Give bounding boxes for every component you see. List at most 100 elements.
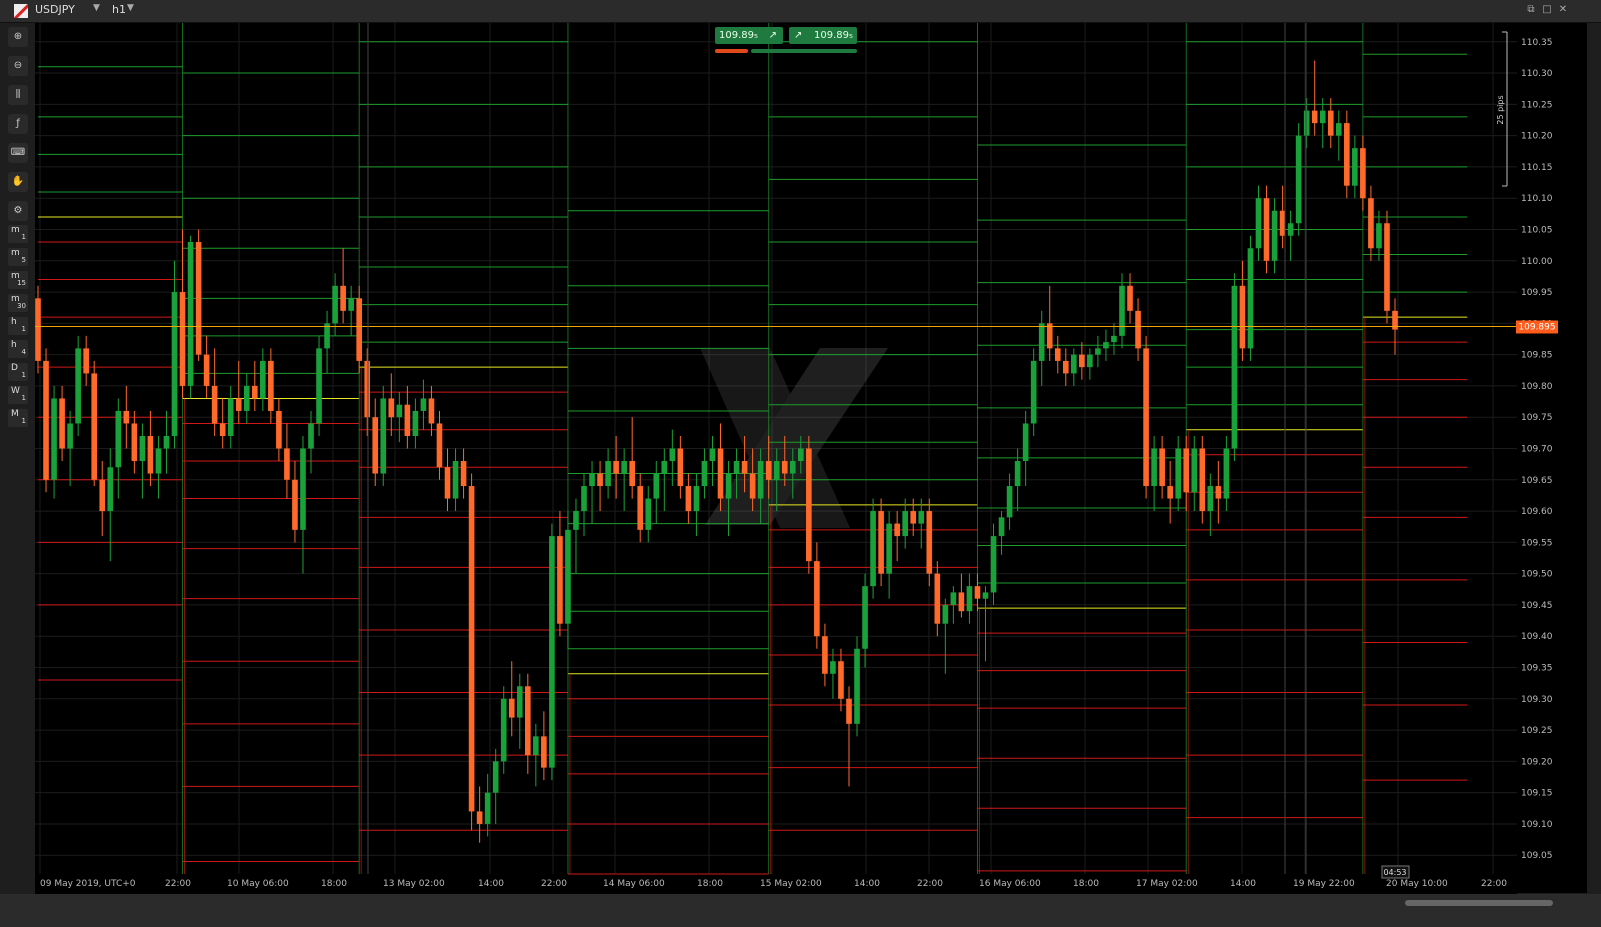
candle-body: [380, 398, 387, 474]
candle-body: [573, 511, 579, 530]
candle-body: [878, 511, 884, 574]
candle-body: [1231, 285, 1238, 449]
candle-body: [99, 479, 106, 512]
candle-body: [468, 486, 475, 812]
scroll-thumb[interactable]: [1405, 900, 1553, 906]
horizontal-scrollbar[interactable]: [0, 894, 1601, 927]
candle-body: [1384, 223, 1390, 311]
candle-body: [830, 661, 836, 674]
candle-body: [1207, 486, 1214, 512]
candle-body: [388, 398, 395, 418]
x-tick-label: 14:00: [478, 879, 504, 889]
candle-body: [894, 523, 900, 537]
candle-body: [942, 604, 949, 624]
candle-body: [243, 385, 250, 411]
candle-body: [1199, 448, 1206, 512]
candle-body: [300, 448, 306, 530]
chart-area[interactable]: 110.35 110.30 110.25 110.20 110.15 110.10 110.…: [0, 0, 1601, 927]
candle-body: [484, 792, 491, 824]
current-price-tag: 109.895: [1516, 320, 1558, 334]
candle-body: [814, 561, 820, 637]
candle-body: [677, 448, 684, 487]
candle-body: [1143, 348, 1149, 487]
candle-body: [155, 448, 162, 474]
candle-body: [589, 473, 595, 487]
y-tick-label: 109.15: [1521, 789, 1553, 799]
candle-body: [733, 461, 740, 474]
y-tick-label: 109.85: [1521, 351, 1553, 361]
candle-body: [1215, 486, 1222, 499]
candle-body: [492, 761, 499, 793]
candle-body: [629, 461, 635, 487]
candle-body: [171, 292, 178, 436]
y-tick-label: 110.20: [1521, 132, 1553, 142]
y-tick-label: 109.25: [1521, 726, 1553, 736]
candle-body: [693, 486, 700, 512]
candle-body: [356, 298, 362, 361]
candle-body: [661, 461, 668, 474]
x-tick-label: 17 May 02:00: [1136, 879, 1198, 889]
x-tick-label: 14:00: [1230, 879, 1256, 889]
x-tick-label: 22:00: [541, 879, 567, 889]
candle-body: [308, 423, 314, 449]
candle-body: [404, 404, 411, 436]
candle-body: [581, 486, 587, 512]
candle-body: [1247, 248, 1254, 349]
arrow-up-right-icon: ↗: [794, 30, 803, 41]
candle-body: [1022, 423, 1029, 462]
sell-button[interactable]: 109.89₅ ↗: [715, 27, 783, 44]
candle-body: [203, 354, 210, 386]
y-tick-label: 109.65: [1521, 476, 1553, 486]
candle-body: [43, 360, 49, 480]
candle-body: [974, 586, 981, 599]
candle-body: [717, 448, 724, 499]
candle-body: [139, 435, 146, 462]
y-tick-label: 109.55: [1521, 538, 1553, 548]
candle-body: [219, 423, 226, 436]
candle-body: [1191, 448, 1198, 493]
candle-body: [1135, 310, 1141, 349]
buy-button[interactable]: ↗ 109.89₅: [789, 27, 857, 44]
candle-body: [1295, 135, 1302, 224]
candle-body: [1119, 285, 1125, 336]
candle-body: [1175, 448, 1182, 499]
candle-body: [1319, 110, 1326, 124]
x-tick-label: 09 May 2019, UTC+0: [40, 879, 136, 889]
candle-body: [516, 686, 523, 718]
candle-body: [1263, 198, 1270, 261]
candle-body: [1006, 486, 1013, 518]
candle-body: [597, 473, 603, 487]
candle-body: [460, 461, 467, 487]
y-tick-label: 109.35: [1521, 664, 1553, 674]
y-tick-label: 110.05: [1521, 225, 1553, 235]
candle-body: [838, 661, 844, 699]
candle-body: [918, 511, 925, 524]
candle-body: [1054, 348, 1061, 361]
candle-body: [1111, 335, 1117, 343]
candle-body: [725, 473, 732, 499]
candle-body: [1368, 198, 1374, 249]
candle-body: [123, 410, 130, 424]
candle-body: [332, 285, 338, 324]
candle-body: [1030, 360, 1037, 424]
candle-body: [428, 398, 435, 424]
candle-body: [605, 461, 611, 487]
candle-body: [1087, 354, 1093, 368]
candle-body: [420, 398, 427, 411]
candle-body: [1303, 110, 1310, 136]
candle-body: [35, 298, 41, 361]
chart-window: USDJPY ▼ h1 ▼ ⧉ □ ✕ ⊕ ⊖ ⫼ ƒ ⌨ ✋ ⚙ m 1 m 5 m 15 m 30 h 1 h…: [0, 0, 1601, 927]
candle-body: [910, 511, 917, 524]
candle-body: [51, 398, 57, 480]
svg-text:04:53: 04:53: [1383, 868, 1406, 877]
candle-body: [1360, 148, 1366, 199]
svg-text:25 pips: 25 pips: [1496, 95, 1505, 124]
candle-body: [1127, 285, 1133, 311]
candle-body: [67, 423, 73, 449]
candle-body: [1255, 198, 1262, 249]
candle-body: [1071, 354, 1077, 374]
arrow-up-right-icon: ↗: [768, 30, 777, 41]
candle-body: [565, 529, 571, 624]
candle-body: [549, 536, 555, 768]
y-tick-label: 110.15: [1521, 163, 1553, 173]
